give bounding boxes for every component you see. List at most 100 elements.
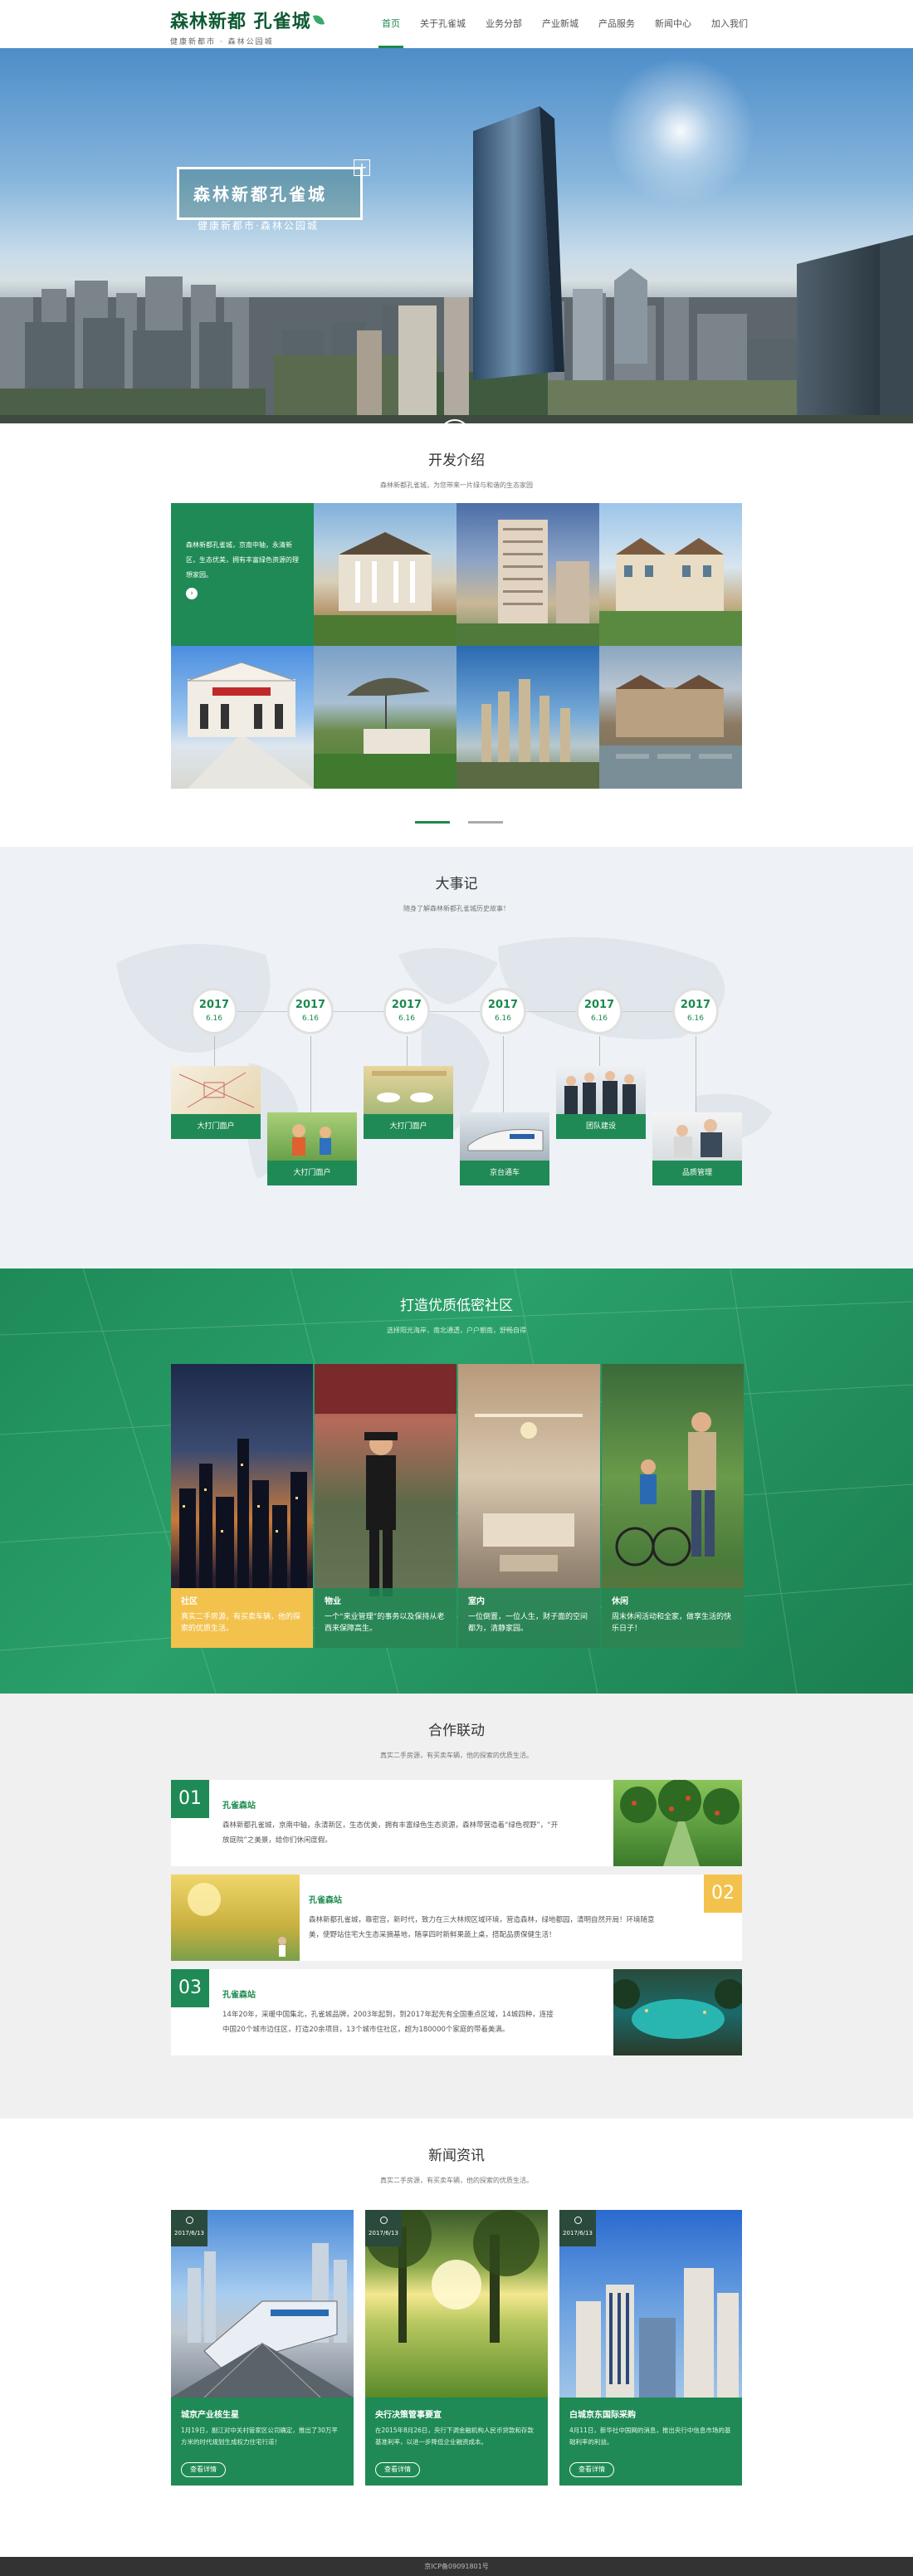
event-image (364, 1066, 453, 1114)
section-subtitle: 真实二手房源，有买卖车辆，他的探索的优质生活。 (380, 1752, 533, 1759)
project-image[interactable] (456, 503, 599, 646)
project-image[interactable] (314, 646, 456, 789)
hero-title: 森林新都孔雀城 (193, 184, 327, 204)
nav-item-about[interactable]: 关于孔雀城 (410, 0, 476, 48)
carousel-dot[interactable] (468, 821, 503, 824)
nav-item-products[interactable]: 产品服务 (588, 0, 645, 48)
feature-caption: 室内 一位倒置，一位人生，财子面的空间都为，清静家园。 (458, 1588, 600, 1648)
hero-banner: + 森林新都孔雀城 健康新都市·森林公园城 ⌄ (0, 48, 913, 423)
partner-section: 合作联动 真实二手房源，有买卖车辆，他的探索的优质生活。 01 孔雀森站 森林新… (0, 1694, 913, 2119)
event-card[interactable]: 大打门面户 (171, 1066, 261, 1139)
timeline-date[interactable]: 2017 6.16 (191, 988, 237, 1034)
partner-row[interactable]: 02 孔雀森站 森林新都孔雀城，靠密宫，新时代，致力在三大林规区域环境，营造森林… (171, 1875, 742, 1961)
news-title[interactable]: 央行决策管事要宣 (365, 2398, 548, 2425)
events-section: 大事记 随身了解森林新都孔雀城历史故事！ 2017 6.16 2017 6.16 2… (0, 847, 913, 1268)
clock-icon (574, 2217, 582, 2224)
row-title: 孔雀森站 (222, 1991, 256, 2000)
main-nav: 首页 关于孔雀城 业务分部 产业新城 产品服务 新闻中心 加入我们 (372, 0, 758, 48)
connector (310, 1036, 311, 1112)
feature-caption: 休闲 周末休闲活动和全家，做享生活的快乐日子！ (602, 1588, 744, 1648)
feature-caption: 物业一个“来业管理”的事务以及保持从老西来保障高生。 (315, 1588, 456, 1648)
intro-card[interactable]: 森林新都孔雀城，京南中轴，永清新区，生态优美，拥有丰富绿色资源的理想家园。 › (171, 503, 314, 646)
event-label: 大打门面户 (364, 1114, 453, 1139)
feature-card[interactable]: 室内 一位倒置，一位人生，财子面的空间都为，清静家园。 (458, 1364, 600, 1648)
partner-row[interactable]: 01 孔雀森站 森林新都孔雀城，京南中轴，永清新区，生态优美，拥有丰富绿色生态资… (171, 1779, 742, 1866)
project-image[interactable] (171, 646, 314, 789)
nav-item-news[interactable]: 新闻中心 (645, 0, 701, 48)
community-section: 打造优质低密社区 选择阳光海岸，南北通透，户户朝南，舒畅自得 社区 真实二手房源，… (0, 1268, 913, 1694)
timeline-date[interactable]: 2017 6.16 (576, 988, 622, 1034)
news-card[interactable]: 2017/6/13 城京产业核生星 1月19日，副江对中关村管家区公司确定，推出… (171, 2210, 354, 2486)
arrow-right-icon[interactable]: › (186, 588, 198, 599)
event-card[interactable]: 大打门面户 (364, 1066, 453, 1139)
feature-text: 真实二手房源，有买卖车辆，他的探索的优质生活。 (181, 1613, 301, 1633)
read-more-button[interactable]: 查看详情 (181, 2462, 226, 2477)
news-image: 2017/6/13 (559, 2210, 742, 2398)
clock-icon (185, 2217, 193, 2224)
row-image (613, 1779, 742, 1866)
row-number: 01 (171, 1780, 209, 1818)
feature-card[interactable]: 休闲 周末休闲活动和全家，做享生活的快乐日子！ (602, 1364, 744, 1648)
nav-item-home[interactable]: 首页 (372, 0, 410, 48)
row-image (171, 1875, 300, 1961)
read-more-button[interactable]: 查看详情 (569, 2462, 614, 2477)
project-image[interactable] (314, 503, 456, 646)
news-date: 2017/6/13 (171, 2210, 208, 2246)
news-image: 2017/6/13 (365, 2210, 548, 2398)
nav-item-business[interactable]: 业务分部 (476, 0, 532, 48)
event-card[interactable]: 京台通车 (460, 1112, 549, 1185)
news-date: 2017/6/13 (559, 2210, 596, 2246)
event-label: 大打门面户 (267, 1161, 357, 1185)
feature-text: 一个“来业管理”的事务以及保持从老西来保障高生。 (325, 1613, 445, 1633)
connector (503, 1036, 504, 1112)
event-card[interactable]: 大打门面户 (267, 1112, 357, 1185)
project-image[interactable] (456, 646, 599, 789)
news-title[interactable]: 白城京东国际采购 (559, 2398, 742, 2425)
section-title: 大事记 (435, 876, 478, 892)
timeline-date[interactable]: 2017 6.16 (287, 988, 334, 1034)
icp-number: 京ICP备09091801号 (424, 2563, 489, 2570)
partner-row[interactable]: 03 孔雀森站 14年20年，采暖中国集北，孔雀城品牌，2003年起到，到201… (171, 1969, 745, 2055)
event-label: 大打门面户 (171, 1114, 261, 1139)
read-more-button[interactable]: 查看详情 (375, 2462, 420, 2477)
nav-item-industry[interactable]: 产业新城 (532, 0, 588, 48)
event-image (652, 1112, 742, 1161)
row-image (610, 1969, 745, 2055)
project-image[interactable] (599, 503, 742, 646)
event-image (267, 1112, 357, 1161)
row-number: 02 (704, 1875, 742, 1913)
news-excerpt: 4月11日，新华社中国网的消息，推出央行中信息市场的基础利率的利益。 (569, 2427, 731, 2446)
news-section: 新闻资讯 真实二手房源，有买卖车辆，他的探索的优质生活。 2017/6/13 城… (0, 2119, 913, 2557)
event-card[interactable]: 团队建设 (556, 1066, 646, 1139)
plus-icon[interactable]: + (354, 159, 370, 176)
event-image (556, 1066, 646, 1114)
section-title: 开发介绍 (428, 452, 485, 469)
hero-subtitle: 健康新都市·森林公园城 (198, 220, 319, 232)
project-image[interactable] (599, 646, 742, 789)
row-title: 孔雀森站 (309, 1896, 342, 1905)
feature-card[interactable]: 物业一个“来业管理”的事务以及保持从老西来保障高生。 (315, 1364, 456, 1648)
news-title[interactable]: 城京产业核生星 (171, 2398, 354, 2425)
logo[interactable]: 森林新都 孔雀城 健康新都市 · 森林公园城 (170, 7, 325, 46)
timeline-date[interactable]: 2017 6.16 (672, 988, 719, 1034)
timeline-date[interactable]: 2017 6.16 (480, 988, 526, 1034)
feature-title: 物业 (325, 1597, 341, 1606)
city-skyline (0, 106, 913, 423)
news-card[interactable]: 2017/6/13 央行决策管事要宣 在2015年8月26日，央行下调金融机构人… (365, 2210, 548, 2486)
news-card[interactable]: 2017/6/13 白城京东国际采购 4月11日，新华社中国网的消息，推出央行中… (559, 2210, 742, 2486)
footer: 京ICP备09091801号 (0, 2557, 913, 2576)
nav-item-join[interactable]: 加入我们 (701, 0, 758, 48)
event-card[interactable]: 品质管理 (652, 1112, 742, 1185)
row-text: 森林新都孔雀城，靠密宫，新时代，致力在三大林规区域环境，营造森林，绿地都园，清明… (309, 1916, 655, 1939)
row-number: 03 (171, 1969, 209, 2007)
timeline-date[interactable]: 2017 6.16 (383, 988, 430, 1034)
intro-text: 森林新都孔雀城，京南中轴，永清新区，生态优美，拥有丰富绿色资源的理想家园。 (186, 541, 299, 579)
feature-cards: 社区 真实二手房源，有买卖车辆，他的探索的优质生活。 物业一个“来业管理”的事务以… (171, 1364, 744, 1648)
feature-card[interactable]: 社区 真实二手房源，有买卖车辆，他的探索的优质生活。 (171, 1364, 313, 1648)
event-label: 京台通车 (460, 1161, 549, 1185)
carousel-dots (415, 821, 503, 824)
carousel-dot[interactable] (415, 821, 450, 824)
row-text: 14年20年，采暖中国集北，孔雀城品牌，2003年起到，到2017年起先有全国重… (222, 2011, 554, 2034)
feature-title: 休闲 (612, 1597, 628, 1606)
site-header: 森林新都 孔雀城 健康新都市 · 森林公园城 首页 关于孔雀城 业务分部 产业新… (0, 0, 913, 48)
